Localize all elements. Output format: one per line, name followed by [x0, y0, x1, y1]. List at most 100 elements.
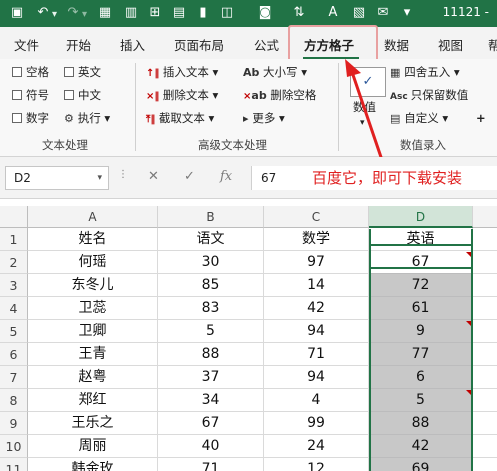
empty-cell[interactable]	[473, 389, 497, 412]
image-icon[interactable]: ▧	[350, 4, 368, 22]
name-box[interactable]: D2 ▾	[5, 166, 109, 190]
empty-cell[interactable]	[473, 297, 497, 320]
email-icon[interactable]: ✉	[374, 4, 392, 22]
text-icon[interactable]: A	[324, 4, 342, 22]
name-box-dropdown-icon[interactable]: ▾	[97, 173, 102, 183]
add-icon[interactable]: +	[476, 110, 486, 126]
cell-english[interactable]: 6	[369, 366, 473, 389]
tab-file[interactable]: 文件	[14, 35, 39, 54]
redo-icon[interactable]: ↷	[64, 4, 82, 22]
tab-insert[interactable]: 插入	[120, 35, 145, 54]
cell-english[interactable]: 69	[369, 458, 473, 471]
empty-cell[interactable]	[473, 458, 497, 471]
tab-home[interactable]: 开始	[66, 35, 91, 54]
insert-function-icon[interactable]: fx	[220, 169, 232, 184]
more-button[interactable]: ▸ 更多 ▾	[243, 110, 285, 127]
cell-english[interactable]: 77	[369, 343, 473, 366]
enter-icon[interactable]: ✓	[184, 169, 195, 184]
cell-math[interactable]: 97	[264, 251, 369, 274]
row-header[interactable]: 2	[0, 251, 28, 274]
cell-name[interactable]: 赵粤	[28, 366, 158, 389]
undo-dropdown-icon[interactable]: ▾	[52, 9, 57, 20]
custom-button[interactable]: ▤ 自定义 ▾	[390, 110, 448, 127]
grid-icon[interactable]: ▦	[96, 4, 114, 22]
cell-english[interactable]: 61	[369, 297, 473, 320]
undo-icon[interactable]: ↶	[34, 4, 52, 22]
cell-name[interactable]: 郑红	[28, 389, 158, 412]
col-header-e[interactable]	[473, 206, 497, 228]
row-header[interactable]: 8	[0, 389, 28, 412]
customize-icon[interactable]: ▾	[398, 4, 416, 22]
cell-math[interactable]: 24	[264, 435, 369, 458]
header-cell-name[interactable]: 姓名	[28, 228, 158, 251]
select-all-corner[interactable]	[0, 206, 28, 228]
chart-icon[interactable]: ▥	[122, 4, 140, 22]
checkbox-space[interactable]: 空格	[12, 64, 49, 80]
col-header-a[interactable]: A	[28, 206, 158, 228]
cell-math[interactable]: 71	[264, 343, 369, 366]
cell-math[interactable]: 42	[264, 297, 369, 320]
cell-math[interactable]: 12	[264, 458, 369, 471]
header-cell-math[interactable]: 数学	[264, 228, 369, 251]
format-icon[interactable]: ⊞	[146, 4, 164, 22]
empty-cell[interactable]	[473, 412, 497, 435]
extract-text-button[interactable]: ⤒‖ 截取文本 ▾	[146, 110, 214, 128]
cell-english[interactable]: 88	[369, 412, 473, 435]
empty-cell[interactable]	[473, 320, 497, 343]
window-icon[interactable]: ◫	[218, 4, 236, 22]
insert-text-button[interactable]: ↑‖ 插入文本 ▾	[146, 64, 218, 82]
tab-view[interactable]: 视图	[438, 35, 463, 54]
empty-cell[interactable]	[473, 274, 497, 297]
cell-math[interactable]: 94	[264, 366, 369, 389]
bar-chart-icon[interactable]: ▮	[194, 4, 212, 22]
row-header[interactable]: 4	[0, 297, 28, 320]
cancel-icon[interactable]: ✕	[148, 169, 159, 184]
tab-page-layout[interactable]: 页面布局	[174, 35, 224, 54]
cell-chinese[interactable]: 30	[158, 251, 264, 274]
col-header-b[interactable]: B	[158, 206, 264, 228]
checkbox-english[interactable]: 英文	[64, 64, 101, 80]
cell-name[interactable]: 何瑶	[28, 251, 158, 274]
cell-chinese[interactable]: 71	[158, 458, 264, 471]
row-header[interactable]: 1	[0, 228, 28, 251]
more-options-icon[interactable]: ⋮	[118, 169, 128, 180]
keep-value-button[interactable]: Asc 只保留数值	[390, 87, 468, 105]
row-header[interactable]: 5	[0, 320, 28, 343]
row-header[interactable]: 7	[0, 366, 28, 389]
case-button[interactable]: Ab 大小写 ▾	[243, 64, 307, 81]
cell-name[interactable]: 周丽	[28, 435, 158, 458]
cell-name[interactable]: 东冬儿	[28, 274, 158, 297]
cell-math[interactable]: 99	[264, 412, 369, 435]
checkbox-number[interactable]: 数字	[12, 110, 49, 126]
redo-dropdown-icon[interactable]: ▾	[82, 9, 87, 20]
cell-english[interactable]: 72	[369, 274, 473, 297]
tab-data[interactable]: 数据	[384, 35, 409, 54]
table-icon[interactable]: ▤	[170, 4, 188, 22]
cell-chinese[interactable]: 83	[158, 297, 264, 320]
row-header[interactable]: 9	[0, 412, 28, 435]
cell-english[interactable]: 9	[369, 320, 473, 343]
header-cell-chinese[interactable]: 语文	[158, 228, 264, 251]
sort-icon[interactable]: ⇅	[290, 4, 308, 22]
cell-name[interactable]: 卫卿	[28, 320, 158, 343]
camera-icon[interactable]: ◙	[256, 4, 274, 22]
delete-space-button[interactable]: ×ab 删除空格	[243, 87, 316, 105]
cell-name[interactable]: 卫蕊	[28, 297, 158, 320]
col-header-d[interactable]: D	[369, 206, 473, 228]
checkbox-chinese[interactable]: 中文	[64, 87, 101, 103]
cell-english[interactable]: 42	[369, 435, 473, 458]
cell-chinese[interactable]: 5	[158, 320, 264, 343]
row-header[interactable]: 11	[0, 458, 28, 471]
cell-math[interactable]: 4	[264, 389, 369, 412]
empty-cell[interactable]	[473, 228, 497, 251]
save-icon[interactable]: ▣	[8, 4, 26, 22]
cell-chinese[interactable]: 40	[158, 435, 264, 458]
execute-button[interactable]: ⚙ 执行 ▾	[64, 110, 110, 127]
checkbox-symbol[interactable]: 符号	[12, 87, 49, 103]
cell-name[interactable]: 韩金玫	[28, 458, 158, 471]
delete-text-button[interactable]: ×‖ 删除文本 ▾	[146, 87, 218, 105]
empty-cell[interactable]	[473, 366, 497, 389]
cell-chinese[interactable]: 34	[158, 389, 264, 412]
col-header-c[interactable]: C	[264, 206, 369, 228]
cell-math[interactable]: 94	[264, 320, 369, 343]
